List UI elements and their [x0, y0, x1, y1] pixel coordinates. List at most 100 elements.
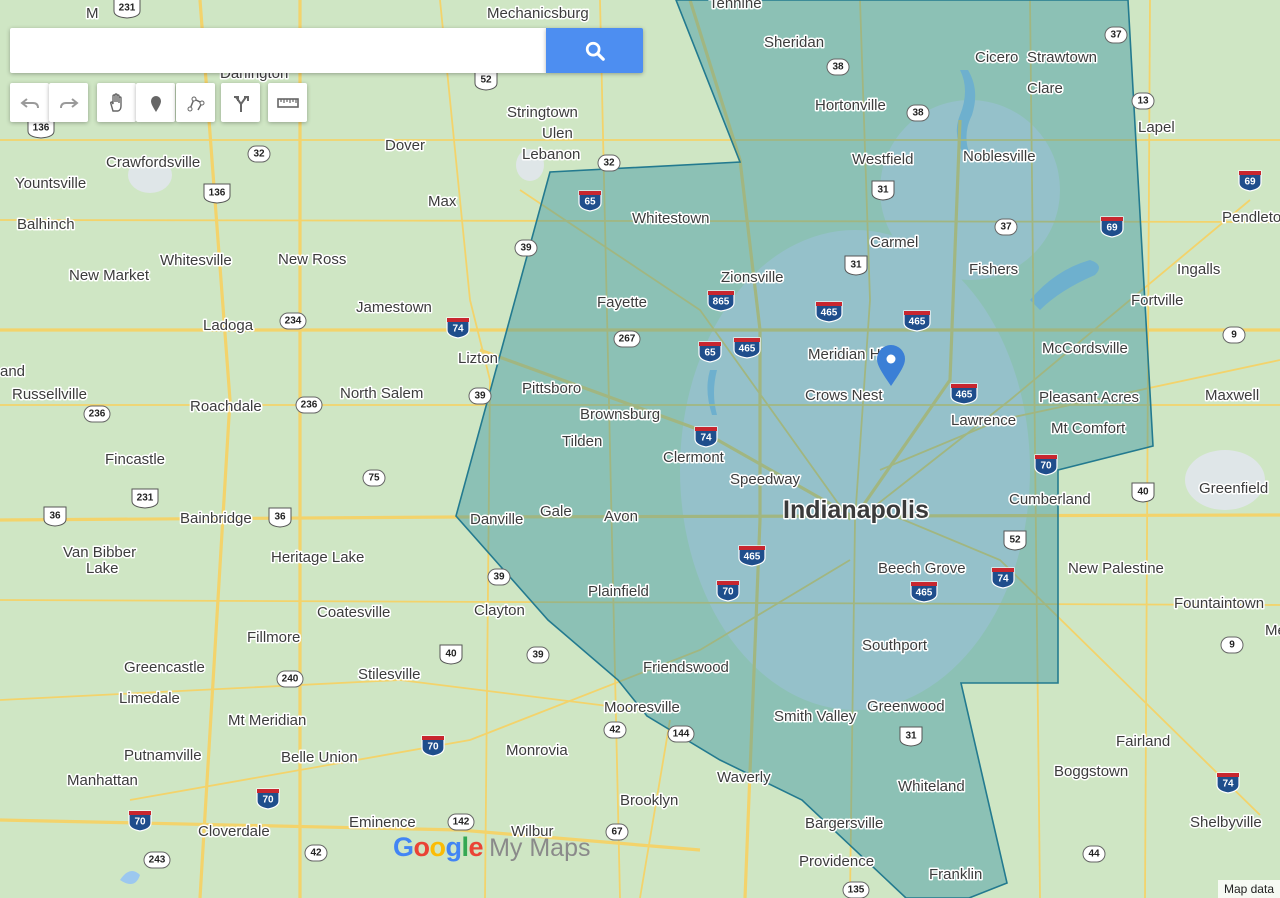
undo-button[interactable]: [10, 83, 49, 122]
place-label: Carmel: [870, 234, 918, 251]
route-number: 9: [1231, 330, 1237, 341]
us-route-shield: 136: [203, 183, 231, 204]
route-number: 52: [1009, 535, 1021, 546]
place-label: Bainbridge: [180, 510, 252, 527]
route-number: 32: [253, 149, 265, 160]
state-route-shield: 240: [276, 670, 304, 688]
google-letter: e: [468, 832, 484, 862]
route-number: 36: [274, 512, 286, 523]
place-label: Gale: [540, 503, 572, 520]
measure-button[interactable]: [268, 83, 307, 122]
map-data-attribution[interactable]: Map data: [1217, 880, 1280, 898]
route-number: 39: [520, 243, 532, 254]
place-label: Belle Union: [281, 749, 358, 766]
route-number: 37: [1000, 222, 1012, 233]
redo-button[interactable]: [49, 83, 88, 122]
place-label: Maxwell: [1205, 387, 1259, 404]
search-input[interactable]: [10, 28, 546, 73]
route-number: 267: [619, 334, 636, 345]
place-label: Eminence: [349, 814, 416, 831]
route-number: 37: [1110, 30, 1122, 41]
pan-button[interactable]: [97, 83, 136, 122]
route-number: 36: [49, 511, 61, 522]
interstate-route-shield: 69: [1100, 216, 1124, 238]
interstate-route-shield: 65: [698, 341, 722, 363]
route-number: 42: [609, 725, 621, 736]
place-label: Monrovia: [506, 742, 568, 759]
place-label: Lizton: [458, 350, 498, 367]
place-label: Van Bibber: [63, 544, 136, 561]
route-number: 136: [33, 123, 50, 134]
place-label: Max: [428, 193, 457, 210]
place-label: Cicero: [975, 49, 1018, 66]
place-label: Roachdale: [190, 398, 262, 415]
state-route-shield: 32: [247, 145, 271, 163]
route-number: 240: [282, 674, 299, 685]
route-number: 74: [700, 433, 712, 444]
place-label: Southport: [862, 637, 928, 654]
interstate-route-shield: 465: [738, 545, 766, 567]
state-route-shield: 32: [597, 154, 621, 172]
route-number: 74: [1222, 779, 1234, 790]
place-label: Clermont: [663, 449, 725, 466]
route-number: 70: [722, 587, 734, 598]
route-number: 13: [1137, 96, 1149, 107]
route-number: 144: [673, 729, 690, 740]
interstate-route-shield: 70: [421, 735, 445, 757]
route-number: 70: [262, 795, 274, 806]
place-label: Manhattan: [67, 772, 138, 789]
state-route-shield: 37: [994, 218, 1018, 236]
route-number: 39: [474, 391, 486, 402]
route-number: 70: [1040, 461, 1052, 472]
interstate-route-shield: 74: [694, 426, 718, 448]
route-number: 136: [209, 188, 226, 199]
route-number: 74: [452, 324, 464, 335]
state-route-shield: 37: [1104, 26, 1128, 44]
route-number: 39: [493, 572, 505, 583]
search-button[interactable]: [546, 28, 643, 73]
route-number: 65: [584, 197, 596, 208]
state-route-shield: 39: [468, 387, 492, 405]
place-label: Fishers: [969, 261, 1018, 278]
place-label: Fortville: [1131, 292, 1184, 309]
place-label: M: [86, 5, 99, 22]
us-route-shield: 36: [268, 507, 292, 528]
route-number: 234: [285, 316, 302, 327]
state-route-shield: 42: [603, 721, 627, 739]
place-label: New Market: [69, 267, 150, 284]
place-label: Friendswood: [643, 659, 729, 676]
google-letter: g: [445, 832, 463, 862]
place-label: Noblesville: [963, 148, 1036, 165]
place-label: Greenfield: [1199, 480, 1268, 497]
route-number: 865: [713, 297, 730, 308]
place-label: Zionsville: [721, 269, 784, 286]
place-label: Westfield: [852, 151, 913, 168]
place-label: Pittsboro: [522, 380, 581, 397]
us-route-shield: 31: [844, 255, 868, 276]
place-label: Lake: [86, 560, 119, 577]
interstate-route-shield: 465: [903, 310, 931, 332]
state-route-shield: 39: [487, 568, 511, 586]
interstate-route-shield: 465: [950, 383, 978, 405]
map-canvas[interactable]: Mechanicsburg Tennine Sheridan Cicero Strawt…: [0, 0, 1280, 898]
place-label: New Ross: [278, 251, 346, 268]
route-number: 42: [310, 848, 322, 859]
place-label: Providence: [799, 853, 874, 870]
draw-line-button[interactable]: [176, 83, 215, 122]
route-number: 236: [301, 400, 318, 411]
add-marker-button[interactable]: [136, 83, 175, 122]
place-label: Ulen: [542, 125, 573, 142]
place-label: Clare: [1027, 80, 1063, 97]
interstate-route-shield: 865: [707, 290, 735, 312]
place-label: Lebanon: [522, 146, 580, 163]
directions-button[interactable]: [221, 83, 260, 122]
place-label: Tennine: [709, 0, 762, 12]
us-route-shield: 40: [439, 644, 463, 665]
state-route-shield: 42: [304, 844, 328, 862]
place-label: Mooresville: [604, 699, 680, 716]
place-label: Lapel: [1138, 119, 1175, 136]
ruler-icon: [276, 97, 299, 108]
us-route-shield: 231: [113, 0, 141, 19]
state-route-shield: 142: [447, 813, 475, 831]
city-label-major: Indianapolis: [783, 496, 929, 524]
